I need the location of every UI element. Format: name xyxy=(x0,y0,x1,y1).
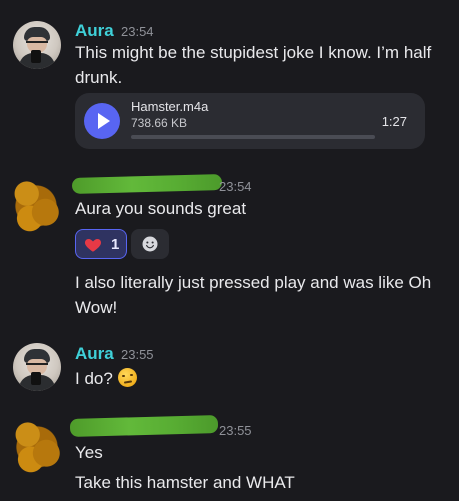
username-aura[interactable]: Aura xyxy=(75,344,114,364)
username-redacted[interactable] xyxy=(71,174,223,194)
audio-file-size: 738.66 KB xyxy=(131,116,188,130)
audio-progress-bar[interactable] xyxy=(131,135,375,139)
message-timestamp: 23:54 xyxy=(121,24,154,39)
message-line: I also literally just pressed play and w… xyxy=(75,273,432,292)
audio-duration: 1:27 xyxy=(381,114,407,129)
message-text: This might be the stupidest joke I know.… xyxy=(75,40,431,90)
add-reaction-button[interactable] xyxy=(131,229,169,259)
message-timestamp: 23:54 xyxy=(219,179,252,194)
avatar-redacted[interactable] xyxy=(6,416,68,478)
message-timestamp: 23:55 xyxy=(121,347,154,362)
message-timestamp: 23:55 xyxy=(219,423,252,438)
username-aura[interactable]: Aura xyxy=(75,21,114,41)
message-line: I do? xyxy=(75,369,113,388)
message-line: drunk. xyxy=(75,68,123,87)
message-text: Aura you sounds great xyxy=(75,199,247,218)
audio-file-name[interactable]: Hamster.m4a xyxy=(131,99,208,114)
message-line: This might be the stupidest joke I know.… xyxy=(75,43,432,62)
raised-eyebrow-face-icon xyxy=(117,368,137,387)
message-text: I do? xyxy=(75,366,137,391)
smiley-icon xyxy=(142,236,158,252)
message-text: Yes xyxy=(75,443,103,462)
message-line: Wow! xyxy=(75,298,118,317)
username-redacted[interactable] xyxy=(69,415,219,437)
avatar-aura[interactable] xyxy=(13,21,61,69)
play-button[interactable] xyxy=(84,103,120,139)
message-text: Take this hamster and WHAT xyxy=(75,473,295,492)
avatar-aura[interactable] xyxy=(13,343,61,391)
heart-icon xyxy=(84,239,102,252)
audio-attachment: Hamster.m4a 738.66 KB 1:27 xyxy=(75,93,425,149)
reaction-count: 1 xyxy=(111,236,120,253)
message-text: I also literally just pressed play and w… xyxy=(75,270,431,320)
avatar-redacted[interactable] xyxy=(5,175,67,237)
reaction-heart[interactable]: 1 xyxy=(75,229,127,259)
